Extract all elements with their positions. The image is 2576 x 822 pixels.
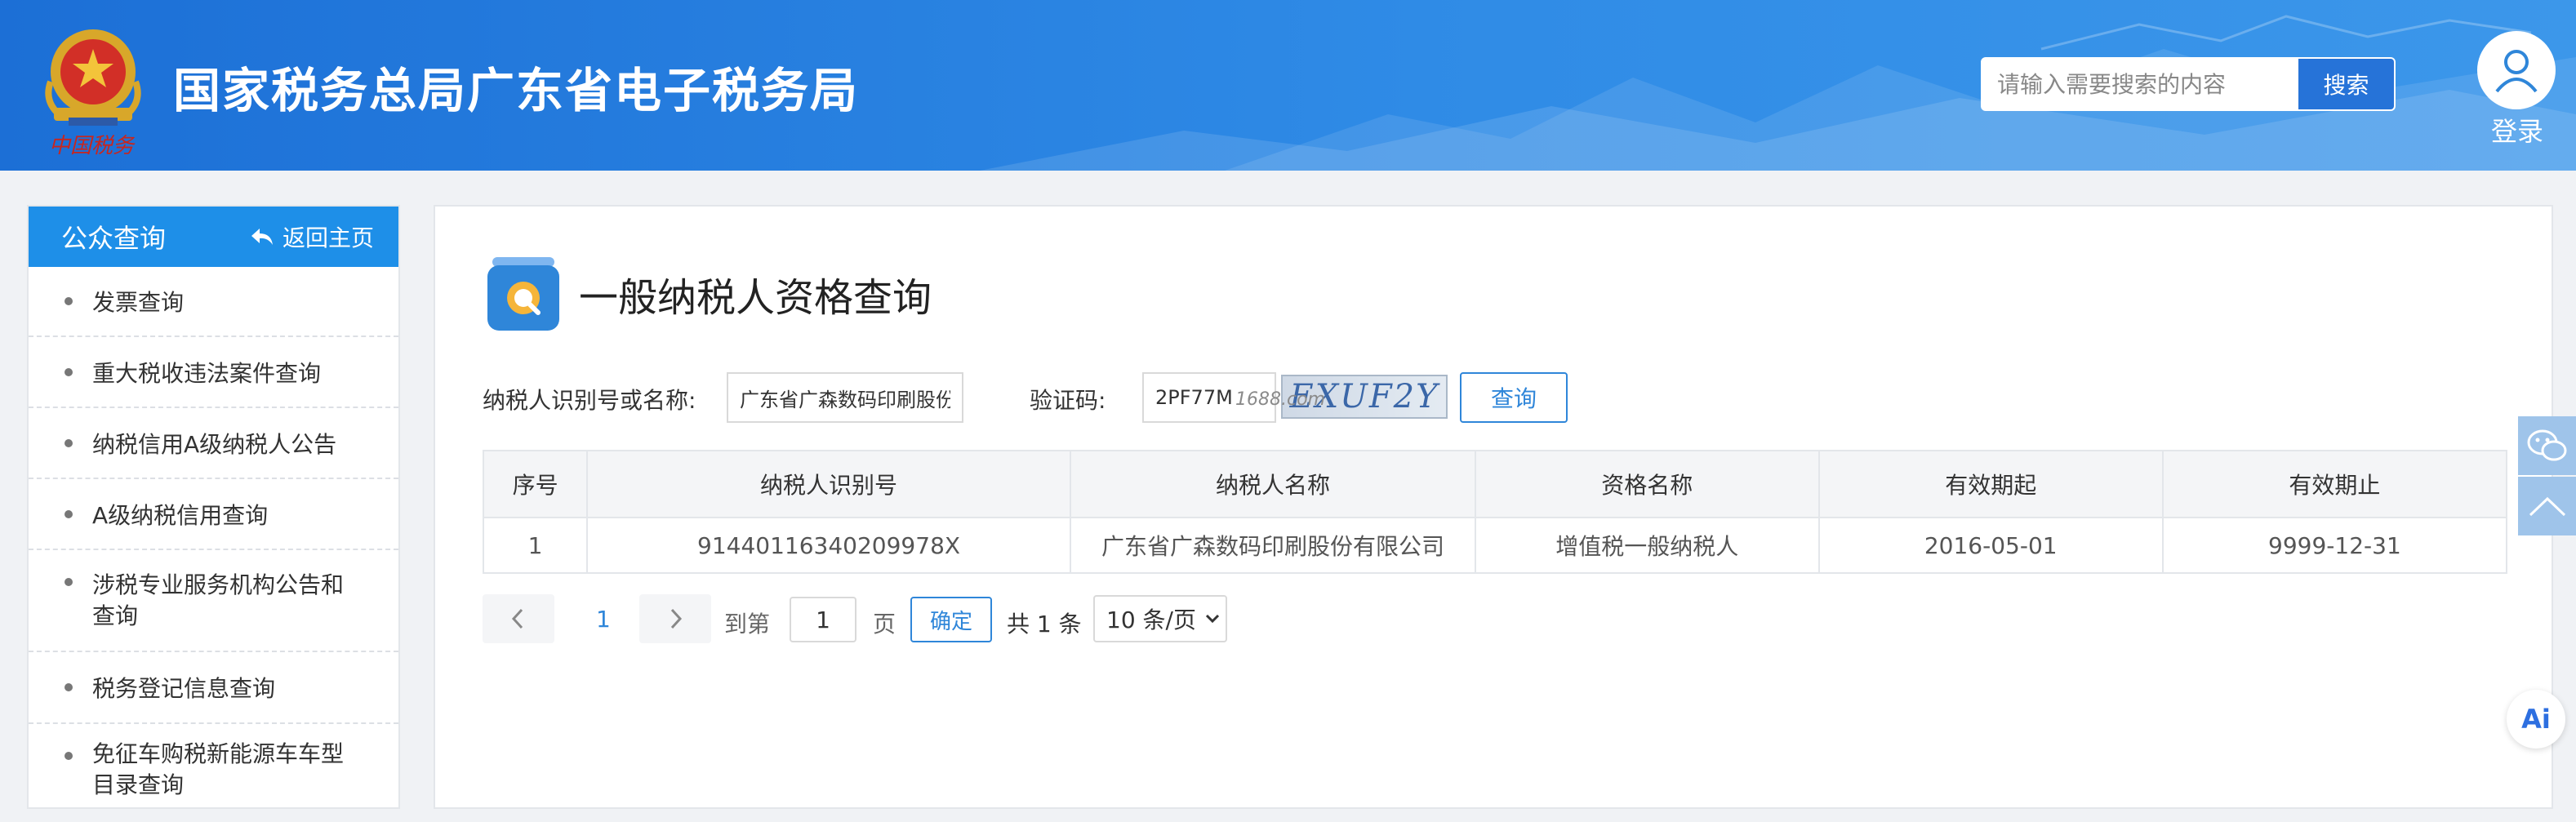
bullet-icon <box>65 438 73 447</box>
search-button[interactable]: 搜索 <box>2297 59 2394 109</box>
sidebar: 公众查询 返回主页 发票查询 重大税收违法案件查询 纳税信用A级纳税人公告 A级… <box>27 205 400 809</box>
column-header: 序号 <box>482 450 589 518</box>
sidebar-header: 公众查询 返回主页 <box>29 207 398 267</box>
sidebar-item-credit-a-notice[interactable]: 纳税信用A级纳税人公告 <box>29 408 398 479</box>
page-size-value: 10 条/页 <box>1106 607 1196 633</box>
table-cell: 增值税一般纳税人 <box>1474 517 1820 574</box>
site-title: 国家税务总局广东省电子税务局 <box>173 63 860 118</box>
back-to-top-button[interactable] <box>2518 477 2576 535</box>
bullet-icon <box>65 509 73 518</box>
user-icon[interactable] <box>2477 31 2556 109</box>
header-search: 搜索 <box>1981 57 2396 111</box>
sidebar-item-label: A级纳税信用查询 <box>92 501 269 529</box>
sidebar-item-registration[interactable]: 税务登记信息查询 <box>29 652 398 724</box>
results-table: 序号 纳税人识别号 纳税人名称 资格名称 有效期起 有效期止 1 9144011… <box>482 450 2508 574</box>
ai-label: Ai <box>2521 704 2551 735</box>
bullet-icon <box>65 578 73 586</box>
site-header: 中国税务 国家税务总局广东省电子税务局 搜索 登录 <box>0 0 2576 171</box>
sidebar-item-credit-a-query[interactable]: A级纳税信用查询 <box>29 479 398 550</box>
sidebar-item-label: 发票查询 <box>92 289 185 316</box>
prev-page-button[interactable] <box>483 594 554 643</box>
sidebar-item-label: 涉税专业服务机构公告和查询 <box>92 571 345 629</box>
captcha-label: 验证码: <box>1030 387 1106 414</box>
sidebar-item-label: 纳税信用A级纳税人公告 <box>92 430 337 458</box>
table-cell: 2016-05-01 <box>1817 517 2164 574</box>
back-home-label: 返回主页 <box>282 224 374 251</box>
goto-suffix: 页 <box>873 611 896 638</box>
sidebar-item-label: 重大税收违法案件查询 <box>92 359 322 387</box>
total-count: 共 1 条 <box>1007 611 1082 638</box>
sidebar-item-label: 税务登记信息查询 <box>92 675 276 702</box>
sidebar-title: 公众查询 <box>61 223 167 254</box>
table-cell: 1 <box>482 517 589 574</box>
column-header: 纳税人识别号 <box>586 450 1071 518</box>
chevron-left-icon <box>511 608 523 629</box>
sidebar-item-tax-violation[interactable]: 重大税收违法案件查询 <box>29 337 398 408</box>
taxpayer-label: 纳税人识别号或名称: <box>483 387 696 414</box>
chevron-down-icon <box>1205 614 1220 624</box>
bullet-icon <box>65 752 73 760</box>
next-page-button[interactable] <box>639 594 711 643</box>
page-number-current[interactable]: 1 <box>596 606 611 633</box>
page-size-select[interactable]: 10 条/页 <box>1093 595 1227 642</box>
chevron-up-icon <box>2529 496 2565 517</box>
sidebar-item-label: 免征车购税新能源车车型目录查询 <box>92 740 345 798</box>
column-header: 资格名称 <box>1474 450 1820 518</box>
login-link[interactable]: 登录 <box>2482 111 2552 149</box>
bullet-icon <box>65 367 73 376</box>
goto-confirm-button[interactable]: 确定 <box>910 597 992 642</box>
table-cell: 91440116340209978X <box>586 517 1071 574</box>
wechat-icon <box>2527 429 2566 461</box>
back-arrow-icon <box>251 229 273 245</box>
column-header: 纳税人名称 <box>1069 450 1476 518</box>
taxpayer-input[interactable] <box>727 372 963 423</box>
main-panel: 一般纳税人资格查询 纳税人识别号或名称: 验证码: EXUF2Y 1688.co… <box>434 205 2553 809</box>
emblem-caption: 中国税务 <box>49 134 135 158</box>
goto-page-input[interactable] <box>790 597 856 642</box>
bullet-icon <box>65 683 73 691</box>
column-header: 有效期起 <box>1817 450 2164 518</box>
goto-prefix: 到第 <box>724 611 771 638</box>
query-button[interactable]: 查询 <box>1460 372 1568 423</box>
table-header-row: 序号 纳税人识别号 纳税人名称 资格名称 有效期起 有效期止 <box>482 450 2508 518</box>
table-cell: 9999-12-31 <box>2161 517 2508 574</box>
bullet-icon <box>65 297 73 305</box>
table-row: 1 91440116340209978X 广东省广森数码印刷股份有限公司 增值税… <box>482 517 2508 574</box>
column-header: 有效期止 <box>2161 450 2508 518</box>
wechat-float-button[interactable] <box>2518 416 2576 475</box>
table-cell: 广东省广森数码印刷股份有限公司 <box>1069 517 1476 574</box>
sidebar-item-tax-agency[interactable]: 涉税专业服务机构公告和查询 <box>29 550 398 652</box>
search-input[interactable] <box>1982 59 2297 109</box>
chevron-right-icon <box>670 608 683 629</box>
ai-assistant-button[interactable]: Ai <box>2507 690 2565 749</box>
sidebar-item-new-energy[interactable]: 免征车购税新能源车车型目录查询 <box>29 724 398 822</box>
captcha-watermark: 1688.com <box>1235 389 1325 410</box>
sidebar-item-invoice-query[interactable]: 发票查询 <box>29 267 398 337</box>
page-title: 一般纳税人资格查询 <box>579 275 932 321</box>
search-document-icon <box>486 257 561 332</box>
back-home-link[interactable]: 返回主页 <box>250 220 374 253</box>
